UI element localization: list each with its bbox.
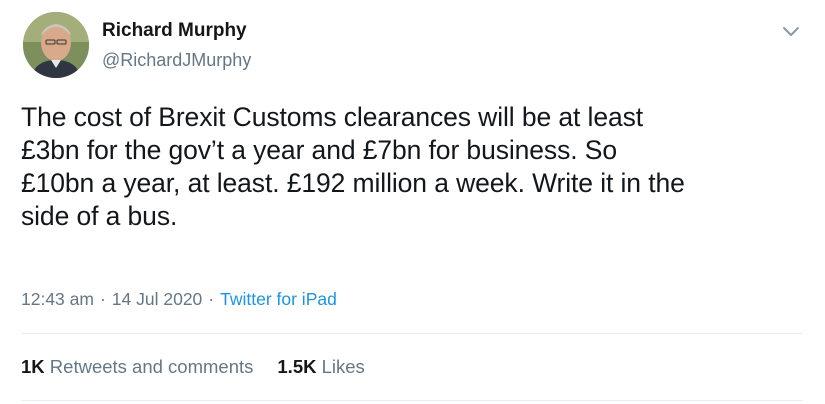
tweet-date[interactable]: 14 Jul 2020 — [112, 289, 203, 309]
tweet-text: The cost of Brexit Customs clearances wi… — [21, 102, 685, 231]
tweet-source-link[interactable]: Twitter for iPad — [220, 289, 337, 309]
tweet-stats: 1K Retweets and comments 1.5K Likes — [21, 355, 365, 379]
meta-separator: · — [208, 289, 215, 309]
likes-label: Likes — [321, 356, 365, 377]
author-display-name[interactable]: Richard Murphy — [102, 19, 247, 43]
retweets-count: 1K — [21, 356, 45, 377]
author-handle[interactable]: @RichardJMurphy — [102, 48, 251, 72]
retweets-label: Retweets and comments — [49, 356, 254, 377]
tweet-card: Richard Murphy @RichardJMurphy The cost … — [0, 0, 825, 404]
retweets-stat[interactable]: 1K Retweets and comments — [21, 355, 253, 379]
chevron-down-icon[interactable] — [778, 20, 804, 42]
likes-stat[interactable]: 1.5K Likes — [277, 355, 364, 379]
divider — [21, 333, 803, 334]
divider — [21, 400, 803, 401]
tweet-meta: 12:43 am · 14 Jul 2020 · Twitter for iPad — [21, 287, 337, 311]
likes-count: 1.5K — [277, 356, 317, 377]
tweet-time[interactable]: 12:43 am — [21, 289, 94, 309]
avatar-photo — [23, 12, 89, 78]
avatar[interactable] — [23, 12, 89, 78]
meta-separator: · — [99, 289, 106, 309]
